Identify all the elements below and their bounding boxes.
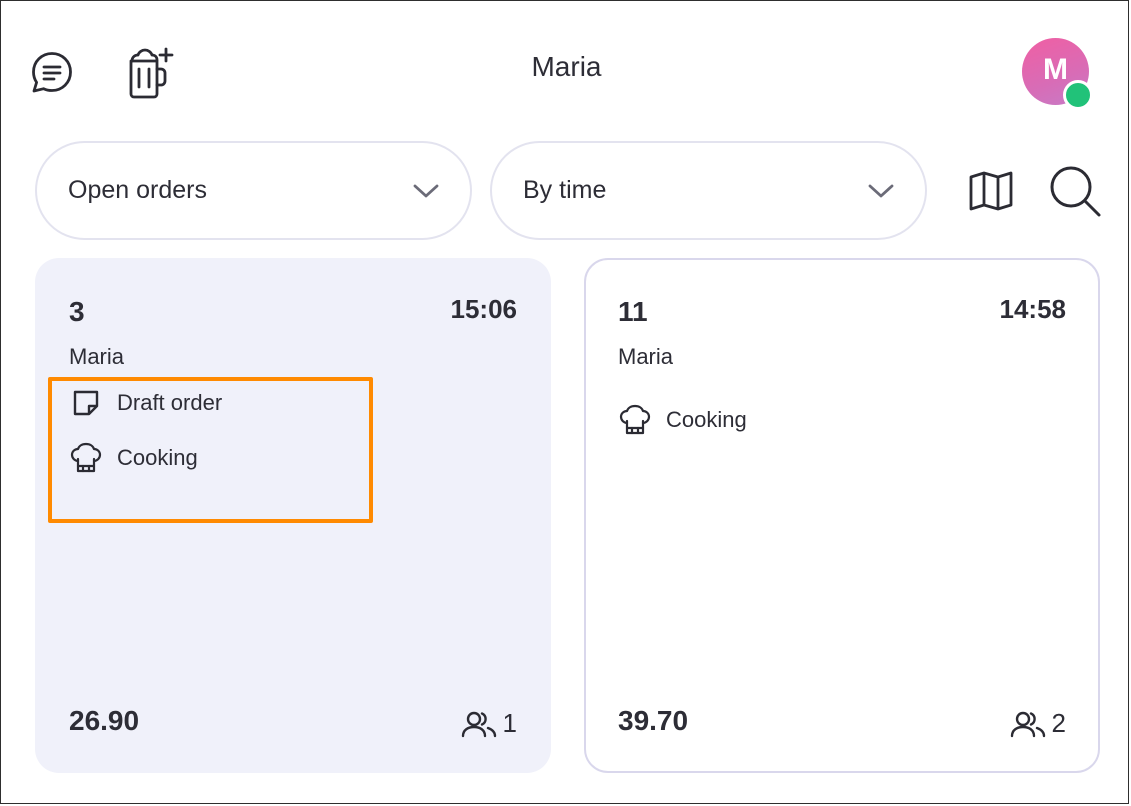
highlight-box bbox=[48, 377, 373, 523]
app-window: Maria M Open orders By time 3 15:06 Mari… bbox=[0, 0, 1129, 804]
guest-count: 2 bbox=[1010, 708, 1066, 739]
order-card[interactable]: 11 14:58 Maria Cooking 39.70 2 bbox=[584, 258, 1100, 773]
page-title: Maria bbox=[531, 51, 602, 82]
order-status-value: Open orders bbox=[68, 176, 207, 204]
online-status-dot bbox=[1063, 80, 1093, 110]
order-status-cooking: Cooking bbox=[618, 403, 747, 437]
guest-count-value: 2 bbox=[1051, 708, 1066, 738]
status-label: Cooking bbox=[666, 407, 747, 432]
chef-hat-icon bbox=[618, 403, 652, 437]
order-total: 26.90 bbox=[69, 705, 140, 736]
map-icon[interactable] bbox=[967, 169, 1015, 213]
waiter-name: Maria bbox=[69, 344, 125, 369]
guests-icon bbox=[1010, 709, 1046, 739]
order-time: 15:06 bbox=[450, 294, 518, 324]
guests-icon bbox=[461, 709, 497, 739]
order-time: 14:58 bbox=[999, 294, 1067, 324]
order-total: 39.70 bbox=[618, 705, 689, 736]
search-icon[interactable] bbox=[1047, 163, 1103, 219]
chevron-down-icon bbox=[867, 182, 895, 200]
avatar-initial: M bbox=[1043, 52, 1068, 86]
table-number: 11 bbox=[618, 296, 648, 327]
waiter-name: Maria bbox=[618, 344, 674, 369]
guest-count: 1 bbox=[461, 708, 517, 739]
order-status-dropdown[interactable]: Open orders bbox=[35, 141, 472, 240]
sort-value: By time bbox=[523, 176, 607, 204]
table-number: 3 bbox=[69, 296, 85, 327]
chevron-down-icon bbox=[412, 182, 440, 200]
guest-count-value: 1 bbox=[502, 708, 517, 738]
sort-dropdown[interactable]: By time bbox=[490, 141, 927, 240]
